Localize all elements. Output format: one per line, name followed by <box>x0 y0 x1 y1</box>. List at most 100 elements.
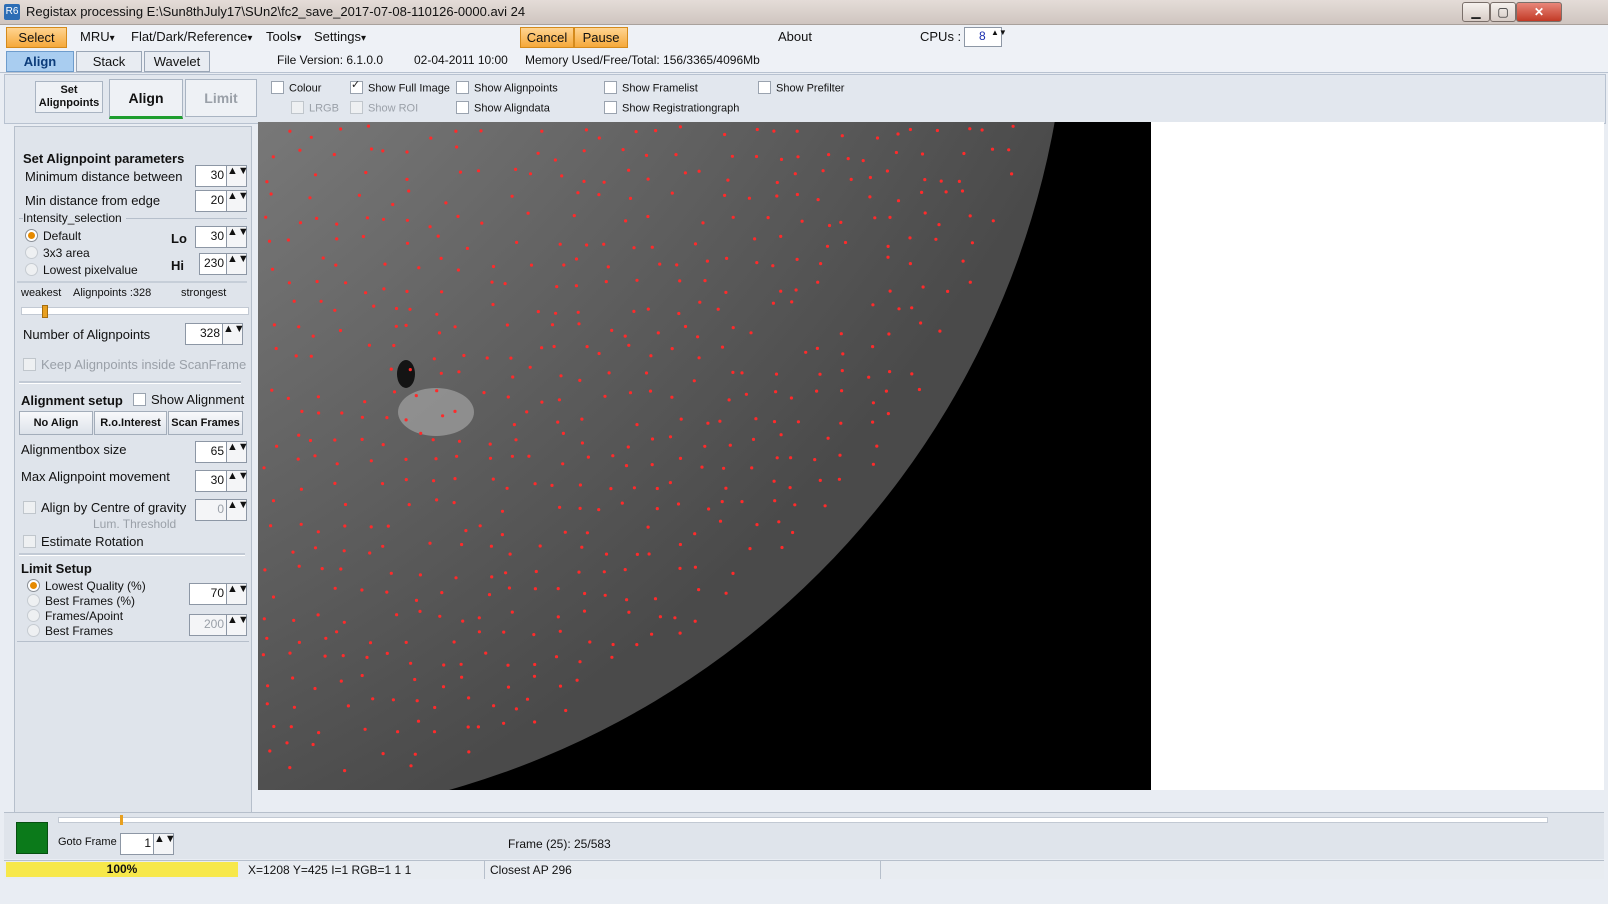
alignpoint-marker <box>455 454 459 458</box>
lrgb-checkbox[interactable]: LRGB <box>291 101 339 115</box>
lum-threshold-value: 0 <box>217 502 224 516</box>
spin-icon[interactable]: ▲▼ <box>226 500 249 520</box>
spin-icon[interactable]: ▲▼ <box>226 254 249 274</box>
roi-button[interactable]: R.o.Interest <box>94 411 167 435</box>
show-registrationgraph-checkbox[interactable]: Show Registrationgraph <box>604 101 739 115</box>
lowest-pixelvalue-radio[interactable]: Lowest pixelvalue <box>25 263 138 277</box>
slider-thumb[interactable] <box>42 305 48 318</box>
closest-ap: Closest AP 296 <box>490 863 572 877</box>
lrgb-label: LRGB <box>309 102 339 115</box>
spin-icon[interactable]: ▲▼ <box>226 584 249 604</box>
alignpoint-marker <box>532 674 537 678</box>
alignpoint-marker <box>490 575 494 579</box>
min-distance-stepper[interactable]: 30 ▲▼ <box>195 165 249 187</box>
close-button[interactable]: ✕ <box>1516 2 1562 22</box>
pause-button[interactable]: Pause <box>574 27 628 48</box>
alignpoint-marker <box>317 731 321 735</box>
alignpoint-marker <box>678 542 682 547</box>
colour-checkbox[interactable]: Colour <box>271 81 321 95</box>
scan-frames-button[interactable]: Scan Frames <box>168 411 243 435</box>
default-radio[interactable]: Default <box>25 229 81 243</box>
goto-frame-stepper[interactable]: 1 ▲▼ <box>120 833 176 855</box>
num-alignpoints-stepper[interactable]: 328 ▲▼ <box>185 323 245 345</box>
min-edge-stepper[interactable]: 20 ▲▼ <box>195 190 249 212</box>
tab-wavelet[interactable]: Wavelet <box>144 51 210 72</box>
area-3x3-radio[interactable]: 3x3 area <box>25 246 90 260</box>
alignpoint-marker <box>839 220 843 224</box>
maximize-button[interactable]: ▢ <box>1490 2 1516 22</box>
alignpoint-marker <box>575 678 579 682</box>
no-align-button[interactable]: No Align <box>19 411 93 435</box>
show-prefilter-checkbox[interactable]: Show Prefilter <box>758 81 844 95</box>
centre-gravity-checkbox[interactable]: Align by Centre of gravity <box>23 500 186 515</box>
show-alignpoints-checkbox[interactable]: Show Alignpoints <box>456 81 558 95</box>
cancel-button[interactable]: Cancel <box>520 27 574 48</box>
alignpoint-marker <box>319 299 323 303</box>
alignpoint-marker <box>674 153 678 157</box>
menu-tools[interactable]: Tools▾ <box>260 27 307 46</box>
alignpoint-marker <box>459 662 463 666</box>
alignpoint-marker <box>506 685 511 689</box>
goto-frame-value: 1 <box>144 836 151 850</box>
box-size-stepper[interactable]: 65 ▲▼ <box>195 441 249 463</box>
show-framelist-checkbox[interactable]: Show Framelist <box>604 81 698 95</box>
alignpoint-marker <box>405 150 409 154</box>
alignpoint-marker <box>628 196 633 200</box>
tab-align[interactable]: Align <box>6 51 74 72</box>
strength-slider[interactable] <box>21 305 249 318</box>
frames-apoint-radio[interactable]: Frames/Apoint <box>27 609 123 623</box>
alignpoint-marker <box>419 431 423 435</box>
alignpoint-marker <box>526 211 530 215</box>
alignpoint-marker <box>408 368 412 372</box>
best-frames-radio[interactable]: Best Frames <box>27 624 113 638</box>
limit-stepper[interactable]: 70 ▲▼ <box>189 583 249 605</box>
max-movement-stepper[interactable]: 30 ▲▼ <box>195 470 249 492</box>
show-roi-checkbox[interactable]: Show ROI <box>350 101 418 115</box>
subtab-limit[interactable]: Limit <box>185 79 257 117</box>
show-full-image-checkbox[interactable]: Show Full Image <box>350 78 450 95</box>
alignpoint-marker <box>771 301 776 305</box>
spin-icon[interactable]: ▲▼ <box>153 834 176 854</box>
cpus-select[interactable]: 8 ▲▼ <box>964 27 1007 47</box>
minimize-button[interactable]: ▁ <box>1462 2 1490 22</box>
hi-stepper[interactable]: 230 ▲▼ <box>199 253 249 275</box>
frame-slider[interactable] <box>58 815 1548 825</box>
select-button[interactable]: Select <box>6 27 67 48</box>
spin-icon[interactable]: ▲▼ <box>226 442 249 462</box>
alignpoint-marker <box>266 684 270 688</box>
spin-icon[interactable]: ▲▼ <box>226 615 249 635</box>
radio-icon <box>27 609 40 623</box>
menu-about[interactable]: About <box>772 27 818 46</box>
set-alignpoints-button[interactable]: Set Alignpoints <box>35 81 103 113</box>
spin-icon[interactable]: ▲▼ <box>226 227 249 247</box>
spin-icon[interactable]: ▲▼ <box>226 166 249 186</box>
menu-settings[interactable]: Settings▾ <box>308 27 372 46</box>
frame-slider-thumb[interactable] <box>120 815 123 825</box>
lum-threshold-stepper[interactable]: 0 ▲▼ <box>195 499 249 521</box>
tab-stack[interactable]: Stack <box>76 51 142 72</box>
show-aligndata-checkbox[interactable]: Show Aligndata <box>456 101 550 115</box>
lo-stepper[interactable]: 30 ▲▼ <box>195 226 249 248</box>
show-alignment-checkbox[interactable]: Show Alignment <box>133 392 244 407</box>
alignpoint-marker <box>533 662 537 667</box>
estimate-rotation-checkbox[interactable]: Estimate Rotation <box>23 534 144 549</box>
best-frames-pct-radio[interactable]: Best Frames (%) <box>27 594 135 608</box>
alignpoint-marker <box>791 530 795 535</box>
subtab-align[interactable]: Align <box>109 79 183 119</box>
lum-threshold-label: Lum. Threshold <box>93 517 177 531</box>
alignpoint-marker <box>693 565 697 569</box>
spin-icon[interactable]: ▲▼ <box>226 191 249 211</box>
keep-inside-checkbox[interactable]: Keep Alignpoints inside ScanFrame <box>23 357 246 372</box>
spin-icon[interactable]: ▲▼ <box>226 471 249 491</box>
menu-mru[interactable]: MRU▾ <box>74 27 121 46</box>
alignpoint-marker <box>678 566 682 570</box>
divider <box>19 381 241 384</box>
menu-flat-dark-reference[interactable]: Flat/Dark/Reference▾ <box>125 27 258 46</box>
alignpoint-marker <box>433 705 437 710</box>
lowest-quality-radio[interactable]: Lowest Quality (%) <box>27 579 146 593</box>
alignpoint-marker <box>357 193 361 197</box>
image-preview[interactable] <box>258 122 1151 790</box>
spin-icon[interactable]: ▲▼ <box>222 324 245 344</box>
limit-stepper-2[interactable]: 200 ▲▼ <box>189 614 249 636</box>
alignpoint-marker <box>394 324 398 328</box>
